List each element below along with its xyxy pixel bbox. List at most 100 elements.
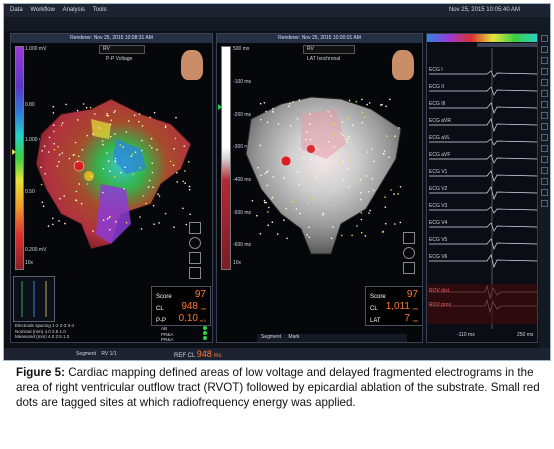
sample-point: [310, 178, 313, 181]
sample-point: [85, 107, 88, 109]
rotate-control[interactable]: [189, 222, 201, 234]
toolbar-button[interactable]: [541, 145, 548, 152]
toolbar-button[interactable]: [541, 46, 548, 53]
sample-point: [385, 105, 387, 108]
menu-tools[interactable]: Tools: [93, 7, 107, 13]
lat-color-bar[interactable]: [221, 46, 231, 270]
zoom-control[interactable]: [189, 237, 201, 249]
sample-point: [80, 202, 83, 205]
sample-point: [257, 166, 259, 169]
lat-map-panel[interactable]: Renderer: Nov 25, 2015 10:00:01 AM RV LA…: [216, 33, 423, 343]
sample-point: [332, 226, 334, 228]
sample-point: [107, 160, 110, 162]
sample-point: [52, 112, 55, 114]
reset-control[interactable]: [189, 267, 201, 279]
lat-score-box: Score 97 CL 1,011 ms LAT 7 ms: [365, 286, 422, 326]
sample-point: [285, 207, 288, 210]
sample-point: [370, 148, 373, 150]
lat-segment-bar[interactable]: Segment Mark: [257, 334, 407, 342]
sample-point: [141, 149, 143, 152]
zoom-control[interactable]: [403, 247, 415, 259]
voltage-map-dropdown[interactable]: RV: [99, 45, 145, 54]
sample-point: [182, 180, 185, 183]
toolbar-button[interactable]: [541, 112, 548, 119]
sample-point: [360, 218, 363, 221]
sample-point: [63, 195, 65, 197]
sample-point: [360, 198, 362, 201]
sample-point: [131, 153, 134, 155]
rc-label-pra-2: PR&A: [161, 337, 174, 342]
sample-point: [386, 135, 388, 137]
toolbar-button[interactable]: [541, 79, 548, 86]
voltage-color-bar[interactable]: [15, 46, 24, 270]
sample-point: [276, 233, 279, 235]
score-label: Score: [156, 294, 172, 300]
sample-point: [53, 142, 55, 145]
sample-point: [139, 167, 141, 169]
ecg-trace: [429, 138, 537, 146]
ref-cl-label: REF CL: [174, 353, 196, 359]
menu-data[interactable]: Data: [10, 7, 23, 13]
lat-map-dropdown[interactable]: RV: [303, 45, 355, 54]
toolbar-button[interactable]: [541, 178, 548, 185]
pan-control[interactable]: [189, 252, 201, 264]
toolbar-button[interactable]: [541, 68, 548, 75]
sample-point: [164, 212, 167, 215]
menu-workflow[interactable]: Workflow: [30, 7, 55, 13]
sample-point: [259, 232, 262, 235]
status-segment[interactable]: Segment RV 1/1: [76, 351, 117, 357]
toolbar-button[interactable]: [541, 101, 548, 108]
sample-point: [41, 201, 44, 204]
rotate-control[interactable]: [403, 232, 415, 244]
sample-point: [58, 153, 61, 156]
voltage-scale-mark: 10x: [25, 260, 34, 266]
toolbar-button[interactable]: [541, 35, 548, 42]
sample-point: [86, 183, 89, 185]
toolbar-button[interactable]: [541, 123, 548, 130]
sample-point: [368, 212, 370, 214]
toolbar-button[interactable]: [541, 90, 548, 97]
sample-point: [309, 123, 311, 125]
sample-point: [322, 167, 324, 169]
voltage-map-panel[interactable]: Renderer: Nov 25, 2015 10:08:31 AM RV P-…: [10, 33, 213, 343]
sample-point: [158, 195, 161, 197]
ecg-panel[interactable]: ECG I ECG II ECG III ECG aVR ECG aVL ECG aVF E…: [426, 33, 538, 343]
menu-analysis[interactable]: Analysis: [63, 7, 85, 13]
toolbar-button[interactable]: [541, 156, 548, 163]
sample-point: [106, 152, 108, 154]
status-dot: [203, 336, 207, 340]
sample-point: [298, 99, 301, 101]
sample-point: [188, 161, 190, 163]
sample-point: [315, 177, 318, 179]
cl-label: CL: [370, 306, 378, 312]
sample-point: [382, 231, 384, 233]
ref-cl-unit: ms: [213, 353, 222, 359]
sample-point: [346, 141, 348, 143]
sample-point: [330, 181, 333, 184]
lat-orientation-thumbnail[interactable]: [392, 50, 414, 80]
toolbar-button[interactable]: [541, 57, 548, 64]
pan-control[interactable]: [403, 262, 415, 274]
sample-point: [270, 198, 273, 200]
lat-window-marker[interactable]: [218, 104, 222, 110]
sample-point: [60, 124, 63, 127]
sample-point: [296, 170, 299, 173]
sample-point: [114, 110, 116, 112]
orientation-thumbnail[interactable]: [181, 50, 203, 80]
sample-point: [267, 224, 269, 226]
sample-point: [52, 223, 54, 226]
toolbar-button[interactable]: [541, 200, 548, 207]
sample-point: [113, 111, 115, 114]
toolbar-button[interactable]: [541, 134, 548, 141]
voltage-threshold-marker[interactable]: [12, 149, 16, 155]
sample-point: [259, 144, 262, 147]
tab-strip: [4, 17, 550, 31]
figure-label: Figure 5:: [16, 366, 65, 379]
status-segment-label: Segment: [76, 351, 97, 357]
sample-point: [42, 205, 45, 207]
sample-point: [333, 145, 336, 148]
toolbar-button[interactable]: [541, 189, 548, 196]
sample-point: [330, 237, 333, 239]
cl-unit: ms: [200, 306, 206, 311]
toolbar-button[interactable]: [541, 167, 548, 174]
